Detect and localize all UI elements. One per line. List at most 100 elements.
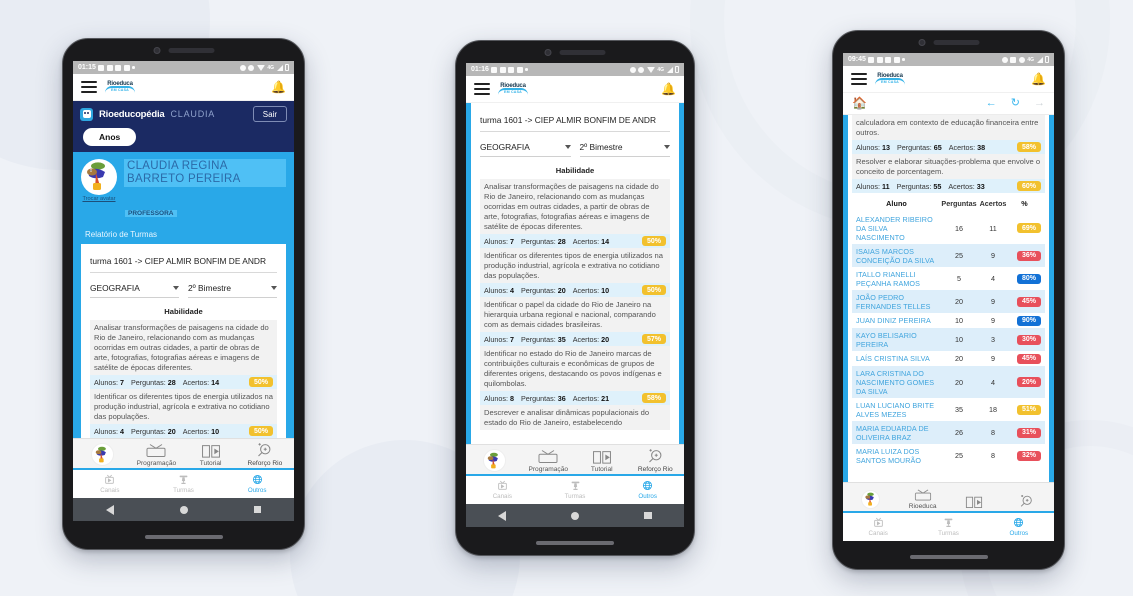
subject-select[interactable]: GEOGRAFIA [480,142,571,157]
student-perguntas: 35 [955,405,963,415]
tab-outros[interactable]: Outros [220,473,294,494]
nav-item-reforco-rio[interactable] [1000,492,1052,513]
more-dot-icon [525,68,528,71]
change-avatar-link[interactable]: Trocar avatar [81,196,117,202]
signal-icon [1036,56,1043,63]
avatar-icon [90,443,114,466]
tab-label: Outros [638,493,657,500]
logo-tagline: EM CASA [504,90,522,95]
app-notification-icon [491,66,498,73]
notification-bell-icon[interactable]: 🔔 [271,81,286,93]
student-name: JOÃO PEDRO FERNANDES TELLES [856,292,931,311]
nav-item-reforco-rio[interactable]: Reforço Rio [629,448,683,476]
alunos-stat: Alunos: 7 [94,377,124,387]
tab-canais[interactable]: Canais [843,516,913,537]
logout-button[interactable]: Sair [252,106,287,122]
rioeduca-logo[interactable]: Rioeduca EM CASA [875,73,905,85]
student-name: MARIA EDUARDA DE OLIVEIRA BRAZ [856,423,929,442]
tab-outros[interactable]: Outros [984,516,1054,537]
subject-select[interactable]: GEOGRAFIA [90,283,179,298]
teacher-role-badge: PROFESSORA [125,210,177,217]
rioeducopedia-bar: Rioeducopédia CLAUDIA Sair [73,101,294,127]
nav-item-reforco-rio[interactable]: Reforço Rio [238,442,292,470]
book-play-icon [592,448,612,465]
report-card: turma 1601 -> CIEP ALMIR BONFIM DE ANDR … [81,244,286,438]
home-icon[interactable] [179,505,188,514]
table-row: LUAN LUCIANO BRITE ALVES MEZES 35 18 51% [852,398,1045,421]
menu-icon[interactable] [81,80,97,94]
tab-label: Canais [492,493,512,500]
student-name: JUAN DINIZ PEREIRA [856,316,931,326]
phone2-screen: 01:16 4G Rioeduca EM CASA 🔔 turma 1601 -… [466,63,684,527]
alunos-stat: Alunos: 4 [484,285,514,295]
battery-icon [285,64,289,71]
report-wrapper: turma 1601 -> CIEP ALMIR BONFIM DE ANDR … [466,103,684,444]
nav-item-tutorial[interactable] [949,492,1001,513]
signal-icon [276,64,283,71]
report-wrapper: calculadora em contexto de educação fina… [843,115,1054,482]
col-percent: % [1021,199,1028,209]
nav-item-avatar[interactable] [75,443,129,470]
status-time: 01:16 [471,66,489,73]
report-card: turma 1601 -> CIEP ALMIR BONFIM DE ANDR … [471,103,679,444]
home-icon[interactable] [571,511,580,520]
turma-selector[interactable]: turma 1601 -> CIEP ALMIR BONFIM DE ANDR [90,252,277,273]
nav-item-avatar[interactable] [468,449,522,476]
tab-turmas[interactable]: Turmas [539,479,612,500]
tab-turmas[interactable]: Turmas [913,516,983,537]
magnify-plus-icon [1018,492,1035,509]
period-select[interactable]: 2º Bimestre [579,142,670,157]
bottom-tabbar: Canais Turmas Outros [843,513,1054,541]
tab-canais[interactable]: Canais [73,473,147,494]
notification-bell-icon[interactable]: 🔔 [1031,73,1046,85]
facebook-icon [893,56,900,63]
phone-mockup-1: 01:15 4G Rioeduca EM CASA 🔔 Rioeducopédi… [62,38,305,550]
student-perguntas: 20 [955,297,963,307]
perguntas-stat: Perguntas: 20 [520,285,566,295]
secondary-nav: Programação Tutorial Reforço Rio [466,444,684,476]
rioeduca-logo[interactable]: Rioeduca EM CASA [498,83,528,95]
phone-speaker [918,39,979,46]
table-row: JUAN DINIZ PEREIRA 10 9 90% [852,313,1045,328]
nav-item-avatar[interactable] [845,490,897,513]
table-row: ITALLO RIANELLI PEÇANHA RAMOS 5 4 80% [852,267,1045,290]
menu-icon[interactable] [851,72,867,86]
avatar[interactable] [81,159,117,195]
nav-item-programacao[interactable]: Programação [129,442,183,470]
habilidade-header: Habilidade [555,166,595,175]
nav-item-tutorial[interactable]: Tutorial [184,442,238,470]
tab-turmas[interactable]: Turmas [147,473,221,494]
acertos-stat: Acertos: 14 [572,236,610,246]
page-title: Relatório de Turmas [85,230,158,239]
nav-item-programacao[interactable]: Rioeduca [897,485,949,513]
anos-tab[interactable]: Anos [83,128,137,146]
menu-icon[interactable] [474,82,490,96]
tab-canais[interactable]: Canais [466,479,539,500]
status-bar: 09:45 4G [843,53,1054,66]
back-icon[interactable] [105,504,114,515]
percent-badge: 31% [1016,427,1041,438]
student-perguntas: 20 [955,354,963,364]
reload-icon[interactable]: ↻ [1011,97,1020,109]
period-select[interactable]: 2º Bimestre [188,283,277,298]
tab-label: Turmas [938,530,959,537]
nav-item-programacao[interactable]: Programação [522,448,576,476]
habilidade-text: Identificar os diferentes tipos de energ… [90,389,277,425]
percent-badge: 32% [1016,450,1041,461]
student-acertos: 9 [991,354,995,364]
percent-badge: 58% [1016,142,1041,153]
percent-badge: 58% [641,393,666,404]
recents-icon[interactable] [253,505,262,514]
earpiece-speaker [168,48,214,53]
tab-outros[interactable]: Outros [611,479,684,500]
rioeduca-logo[interactable]: Rioeduca EM CASA [105,81,135,93]
nav-underline [73,468,294,470]
home-icon[interactable]: 🏠 [852,97,867,109]
percent-badge: 57% [641,334,666,345]
arrow-left-icon[interactable]: ← [986,97,997,109]
back-icon[interactable] [498,510,507,521]
notification-bell-icon[interactable]: 🔔 [661,83,676,95]
nav-item-tutorial[interactable]: Tutorial [575,448,629,476]
recents-icon[interactable] [644,511,652,520]
turma-selector[interactable]: turma 1601 -> CIEP ALMIR BONFIM DE ANDR [480,111,670,132]
